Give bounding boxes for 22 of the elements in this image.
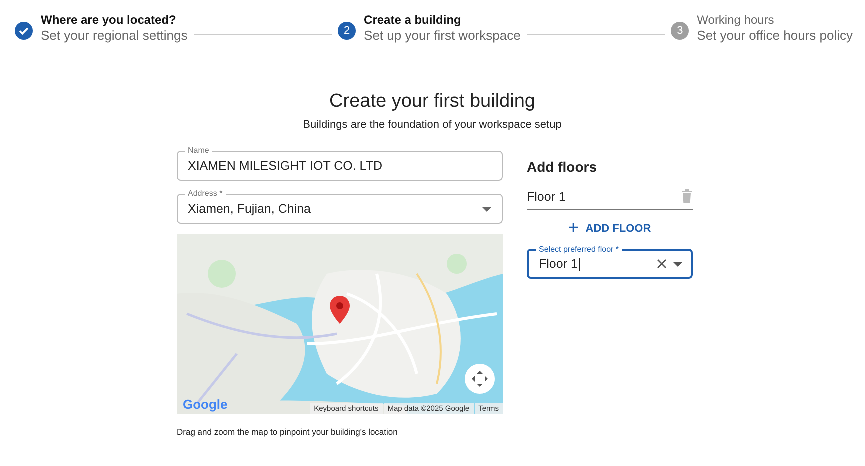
clear-icon[interactable] bbox=[657, 259, 667, 269]
step-title: Where are you located? bbox=[41, 12, 178, 28]
plus-icon bbox=[568, 223, 578, 232]
step-number: 2 bbox=[344, 25, 350, 37]
step-subtitle: Set up your first workspace bbox=[364, 28, 521, 44]
step-title: Working hours bbox=[697, 12, 776, 28]
dropdown-arrow-icon[interactable] bbox=[482, 206, 492, 212]
add-floor-button[interactable]: ADD FLOOR bbox=[562, 222, 658, 236]
page-subheading: Buildings are the foundation of your workspace setup bbox=[302, 119, 563, 131]
map-logo: Google bbox=[183, 397, 228, 412]
map-hint: Drag and zoom the map to pinpoint your building's location bbox=[177, 427, 399, 437]
pan-arrows-icon bbox=[471, 370, 489, 388]
floor-input[interactable]: Floor 1 bbox=[527, 190, 566, 204]
map-pin-icon[interactable] bbox=[330, 296, 350, 324]
step-subtitle: Set your regional settings bbox=[41, 28, 188, 44]
page-heading: Create your first building bbox=[328, 91, 536, 113]
check-icon bbox=[18, 25, 30, 37]
dropdown-arrow-icon[interactable] bbox=[673, 262, 683, 266]
step-subtitle: Set your office hours policy bbox=[697, 28, 853, 44]
floors-heading: Add floors bbox=[527, 159, 598, 175]
step-title: Create a building bbox=[364, 12, 462, 28]
step-number: 3 bbox=[677, 25, 684, 37]
